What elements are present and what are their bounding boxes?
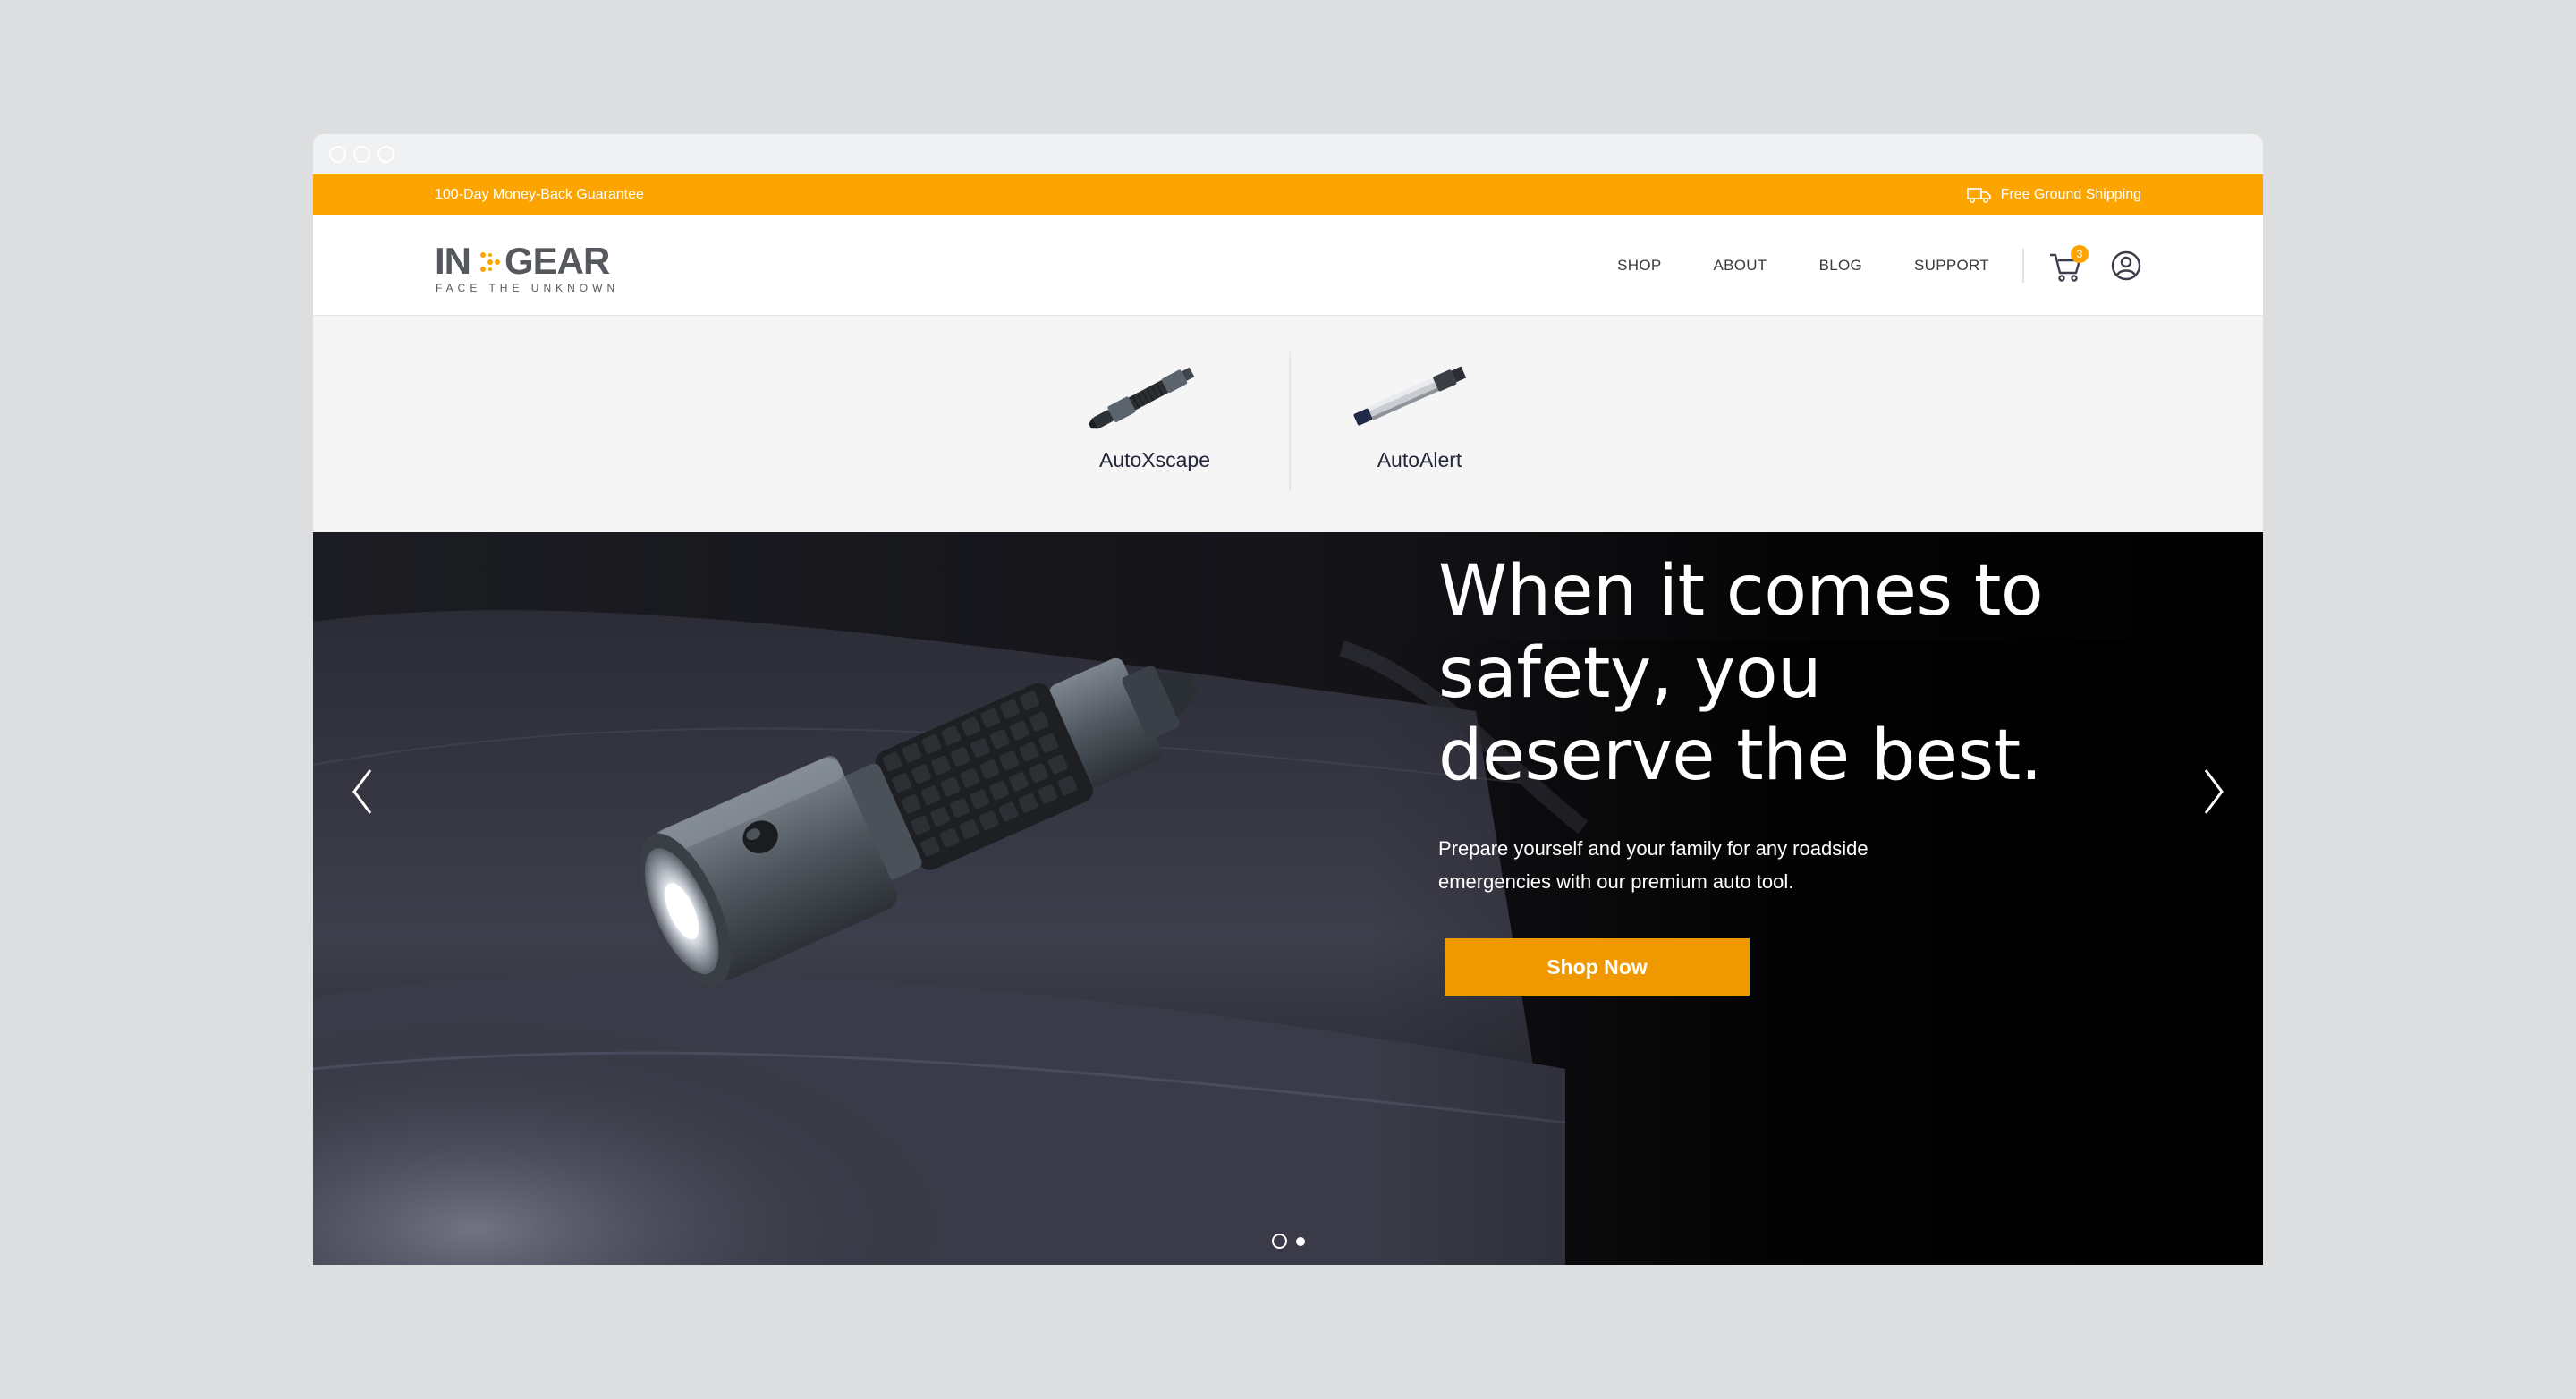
in-gear-logo[interactable]: IN GEAR FACE THE UNKNOWN — [435, 242, 614, 295]
nav-about[interactable]: ABOUT — [1714, 257, 1767, 275]
autoxscape-image — [1083, 343, 1226, 441]
product-autoalert[interactable]: AutoAlert — [1330, 343, 1509, 472]
carousel-next-icon[interactable] — [2200, 767, 2227, 817]
product-divider — [1289, 352, 1291, 491]
browser-window: 100-Day Money-Back Guarantee Free Ground… — [313, 134, 2263, 1265]
logo-tagline: FACE THE UNKNOWN — [436, 282, 620, 294]
carousel-dots — [1272, 1234, 1305, 1249]
nav-support[interactable]: SUPPORT — [1914, 257, 1989, 275]
cart-count-badge: 3 — [2071, 245, 2089, 263]
money-back-guarantee: 100-Day Money-Back Guarantee — [435, 187, 644, 202]
user-icon — [2111, 250, 2141, 281]
window-maximize-dot[interactable] — [377, 146, 394, 163]
truck-icon — [1966, 187, 1991, 203]
nav-blog[interactable]: BLOG — [1819, 257, 1862, 275]
hero-banner: When it comes to safety, you deserve the… — [313, 532, 2263, 1265]
browser-chrome — [313, 134, 2263, 174]
product-name: AutoAlert — [1377, 448, 1462, 471]
window-close-dot[interactable] — [329, 146, 346, 163]
logo-word-in: IN — [435, 240, 471, 282]
carousel-dot-2[interactable] — [1296, 1236, 1305, 1246]
logo-wordmark: IN GEAR — [435, 240, 610, 282]
cart-button[interactable]: 3 — [2048, 245, 2089, 283]
free-shipping: Free Ground Shipping — [1966, 174, 2141, 215]
shop-now-button[interactable]: Shop Now — [1445, 938, 1750, 996]
product-autoxscape[interactable]: AutoXscape — [1065, 343, 1244, 472]
hero-headline: When it comes to safety, you deserve the… — [1438, 551, 2044, 796]
hero-subtext: Prepare yourself and your family for any… — [1438, 837, 1868, 893]
product-strip: AutoXscape AutoAlert — [313, 316, 2263, 532]
main-nav: IN GEAR FACE THE UNKNOWN SHOP ABOUT BLOG… — [313, 215, 2263, 316]
logo-word-gear: GEAR — [504, 240, 610, 282]
promo-bar: 100-Day Money-Back Guarantee Free Ground… — [313, 174, 2263, 215]
autoalert-image — [1348, 343, 1491, 441]
window-minimize-dot[interactable] — [353, 146, 370, 163]
account-button[interactable] — [2111, 250, 2141, 281]
carousel-prev-icon[interactable] — [349, 767, 376, 817]
logo-dots-icon — [480, 252, 500, 272]
nav-shop[interactable]: SHOP — [1617, 257, 1661, 275]
nav-separator — [2022, 249, 2024, 283]
nav-menu: SHOP ABOUT BLOG SUPPORT — [1617, 215, 1989, 316]
carousel-dot-1[interactable] — [1272, 1234, 1287, 1249]
free-shipping-label: Free Ground Shipping — [2000, 187, 2141, 202]
product-name: AutoXscape — [1098, 448, 1211, 471]
